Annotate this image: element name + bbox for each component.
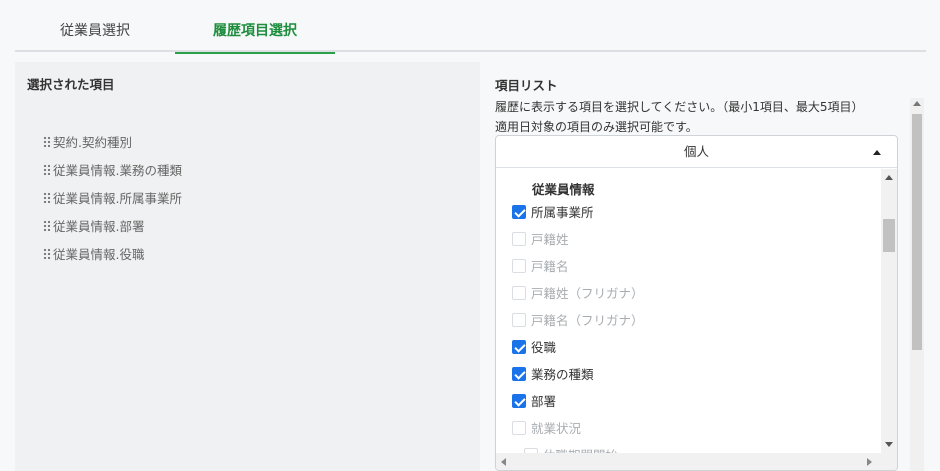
- accordion-title: 個人: [683, 144, 709, 159]
- scroll-left-arrow-icon[interactable]: [501, 458, 506, 466]
- selected-item[interactable]: 従業員情報.部署: [43, 211, 182, 239]
- selected-item[interactable]: 従業員情報.業務の種類: [43, 155, 182, 183]
- option-item: 就業状況: [512, 414, 581, 441]
- tab-bar: 従業員選択 履歴項目選択: [15, 10, 926, 54]
- scroll-up-arrow-icon[interactable]: [885, 175, 893, 180]
- option-label: 戸籍名: [531, 259, 569, 274]
- scroll-thumb[interactable]: [883, 219, 895, 252]
- drag-handle-icon[interactable]: [43, 219, 51, 231]
- checkbox: [512, 285, 526, 300]
- selected-items-panel: 選択された項目 契約.契約種別 従業員情報.業務の種類 従業員情報.所属事業所 …: [15, 62, 480, 471]
- personal-accordion: 個人 従業員情報 所属事業所 戸籍姓 戸籍名 戸籍姓（フリガナ） 戸籍名（フリガ…: [495, 135, 898, 471]
- checkbox[interactable]: [512, 339, 526, 354]
- group-label-employee-info: 従業員情報: [532, 182, 595, 197]
- option-label: 役職: [531, 340, 557, 355]
- option-label: 部署: [531, 394, 557, 409]
- outer-vertical-scrollbar[interactable]: [910, 98, 924, 471]
- item-list-heading: 項目リスト: [495, 78, 558, 93]
- selected-item-label: 契約.契約種別: [53, 134, 132, 150]
- option-item: 戸籍名（フリガナ）: [512, 306, 644, 333]
- selected-items-list: 契約.契約種別 従業員情報.業務の種類 従業員情報.所属事業所 従業員情報.部署…: [43, 127, 182, 267]
- option-label: 所属事業所: [531, 205, 594, 220]
- tab-history-item-select[interactable]: 履歴項目選択: [175, 10, 335, 54]
- scroll-thumb[interactable]: [912, 114, 922, 350]
- scroll-up-arrow-icon[interactable]: [913, 101, 921, 106]
- selected-item-label: 従業員情報.部署: [53, 218, 145, 234]
- checkbox: [512, 420, 526, 435]
- option-item[interactable]: 役職: [512, 333, 556, 360]
- item-options-list: 従業員情報 所属事業所 戸籍姓 戸籍名 戸籍姓（フリガナ） 戸籍名（フリガナ） …: [496, 169, 882, 453]
- selected-item-label: 従業員情報.業務の種類: [53, 162, 182, 178]
- item-list-note: 適用日対象の項目のみ選択可能です。: [495, 120, 698, 134]
- scroll-right-arrow-icon[interactable]: [867, 458, 872, 466]
- option-label: 戸籍姓（フリガナ）: [531, 286, 644, 301]
- item-list-instructions: 履歴に表示する項目を選択してください。（最小1項目、最大5項目）: [495, 100, 864, 114]
- checkbox: [512, 258, 526, 273]
- option-label: 就業状況: [531, 421, 582, 436]
- option-item[interactable]: 業務の種類: [512, 360, 594, 387]
- drag-handle-icon[interactable]: [43, 163, 51, 175]
- selected-items-heading: 選択された項目: [27, 77, 115, 92]
- accordion-header[interactable]: 個人: [496, 136, 897, 168]
- option-item[interactable]: 部署: [512, 387, 556, 414]
- inner-horizontal-scrollbar[interactable]: [496, 453, 882, 470]
- selected-item[interactable]: 従業員情報.所属事業所: [43, 183, 182, 211]
- option-item: 戸籍名: [512, 252, 569, 279]
- tab-employee-select[interactable]: 従業員選択: [15, 10, 175, 52]
- drag-handle-icon[interactable]: [43, 247, 51, 259]
- checkbox[interactable]: [512, 366, 526, 381]
- drag-handle-icon[interactable]: [43, 191, 51, 203]
- option-label: 戸籍名（フリガナ）: [531, 313, 644, 328]
- selected-item-label: 従業員情報.所属事業所: [53, 190, 182, 206]
- option-item: 戸籍姓: [512, 225, 569, 252]
- option-item: 休職期間開始: [524, 441, 618, 453]
- checkbox: [512, 231, 526, 246]
- scroll-down-arrow-icon[interactable]: [885, 442, 893, 447]
- drag-handle-icon[interactable]: [43, 135, 51, 147]
- collapse-caret-icon[interactable]: [873, 150, 881, 155]
- option-item[interactable]: 所属事業所: [512, 198, 594, 225]
- selected-item-label: 従業員情報.役職: [53, 246, 145, 262]
- inner-vertical-scrollbar[interactable]: [881, 169, 897, 453]
- option-label: 休職期間開始: [543, 445, 618, 453]
- scrollbar-corner: [881, 453, 897, 470]
- option-label: 戸籍姓: [531, 232, 569, 247]
- option-label: 業務の種類: [531, 367, 594, 382]
- checkbox[interactable]: [512, 393, 526, 408]
- checkbox: [512, 312, 526, 327]
- checkbox[interactable]: [512, 204, 526, 219]
- selected-item[interactable]: 契約.契約種別: [43, 127, 182, 155]
- option-item: 戸籍姓（フリガナ）: [512, 279, 644, 306]
- selected-item[interactable]: 従業員情報.役職: [43, 239, 182, 267]
